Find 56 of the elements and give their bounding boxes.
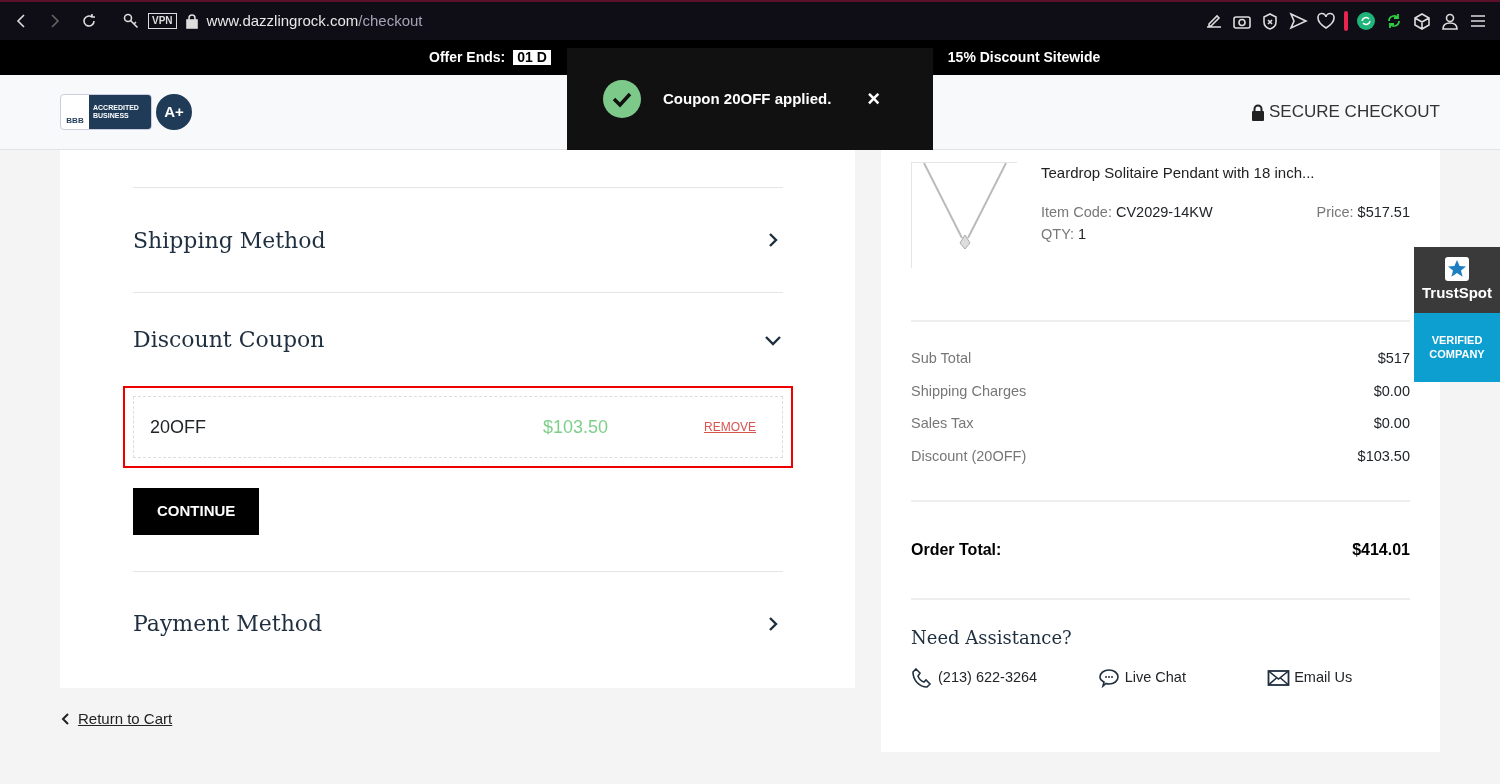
verified-badge: VERIFIED COMPANY xyxy=(1414,313,1500,382)
coupon-code: 20OFF xyxy=(150,415,206,439)
checkout-step[interactable]: Discount Coupon xyxy=(133,292,783,386)
offer-label: Offer Ends: xyxy=(429,48,506,67)
phone-icon xyxy=(911,667,934,689)
lock-icon xyxy=(1251,103,1266,121)
summary-label: Sales Tax xyxy=(911,414,974,433)
lock-icon xyxy=(184,13,199,29)
check-icon xyxy=(603,80,641,118)
send-icon[interactable] xyxy=(1288,12,1308,30)
reload-icon[interactable] xyxy=(80,12,98,30)
key-icon xyxy=(122,12,140,30)
summary-label: Sub Total xyxy=(911,349,972,368)
product-title[interactable]: Teardrop Solitaire Pendant with 18 inch... xyxy=(1041,162,1410,185)
close-button[interactable]: × xyxy=(867,88,881,110)
checkout-step[interactable]: Payment Method xyxy=(133,570,783,676)
trustspot-badge[interactable]: TrustSpot xyxy=(1414,247,1500,313)
pencil-icon[interactable] xyxy=(1204,12,1224,30)
toast-message: Coupon 20OFF applied. xyxy=(663,88,832,109)
checkout-step[interactable]: Shipping Method xyxy=(133,187,783,292)
contact-link[interactable]: Email Us xyxy=(1294,667,1353,689)
assistance-title: Need Assistance? xyxy=(911,626,1073,650)
cube-icon[interactable] xyxy=(1412,12,1432,30)
chevron-left-icon xyxy=(60,712,70,727)
contact-link[interactable]: (213) 622-3264 xyxy=(938,667,1038,689)
address-bar-url[interactable]: www.dazzlingrock.com/checkout xyxy=(206,9,423,33)
contact-link[interactable]: Live Chat xyxy=(1124,667,1186,689)
summary-label: Discount (20OFF) xyxy=(911,446,1027,466)
trustspot-name: TrustSpot xyxy=(1422,282,1492,303)
menu-icon[interactable] xyxy=(1468,12,1488,30)
remove-link[interactable]: REMOVE xyxy=(704,418,756,436)
continue-button[interactable]: CONTINUE xyxy=(133,488,260,535)
countdown-timer: 01 D xyxy=(513,50,551,65)
summary-value: $0.00 xyxy=(1373,381,1410,401)
shield-icon[interactable] xyxy=(1260,12,1280,30)
item-price: Price: $517.51 xyxy=(1316,202,1410,222)
rating-badge: A+ xyxy=(156,94,192,130)
summary-label: Shipping Charges xyxy=(911,381,1027,401)
item-quantity: QTY: 1 xyxy=(1041,224,1088,244)
item-code: Item Code: CV2029-14KW xyxy=(1041,202,1214,222)
user-icon[interactable] xyxy=(1440,12,1460,30)
return-to-cart-link[interactable]: Return to Cart xyxy=(78,708,173,731)
mail-icon xyxy=(1267,667,1291,689)
chat-icon xyxy=(1097,667,1121,689)
summary-value: $103.50 xyxy=(1357,446,1410,466)
secure-checkout-label: SECURE CHECKOUT xyxy=(1269,101,1440,124)
summary-value: $517 xyxy=(1377,349,1410,368)
offer-text: 15% Discount Sitewide xyxy=(947,48,1101,67)
sync-icon[interactable] xyxy=(1356,11,1376,31)
order-total-value: $414.01 xyxy=(1352,540,1410,560)
coupon-amount: $103.50 xyxy=(542,415,608,439)
order-total-label: Order Total: xyxy=(911,540,1002,560)
heart-icon[interactable] xyxy=(1316,12,1336,30)
divider-mark xyxy=(1344,11,1348,31)
summary-value: $0.00 xyxy=(1373,414,1410,433)
vpn-badge[interactable]: VPN xyxy=(148,13,177,29)
